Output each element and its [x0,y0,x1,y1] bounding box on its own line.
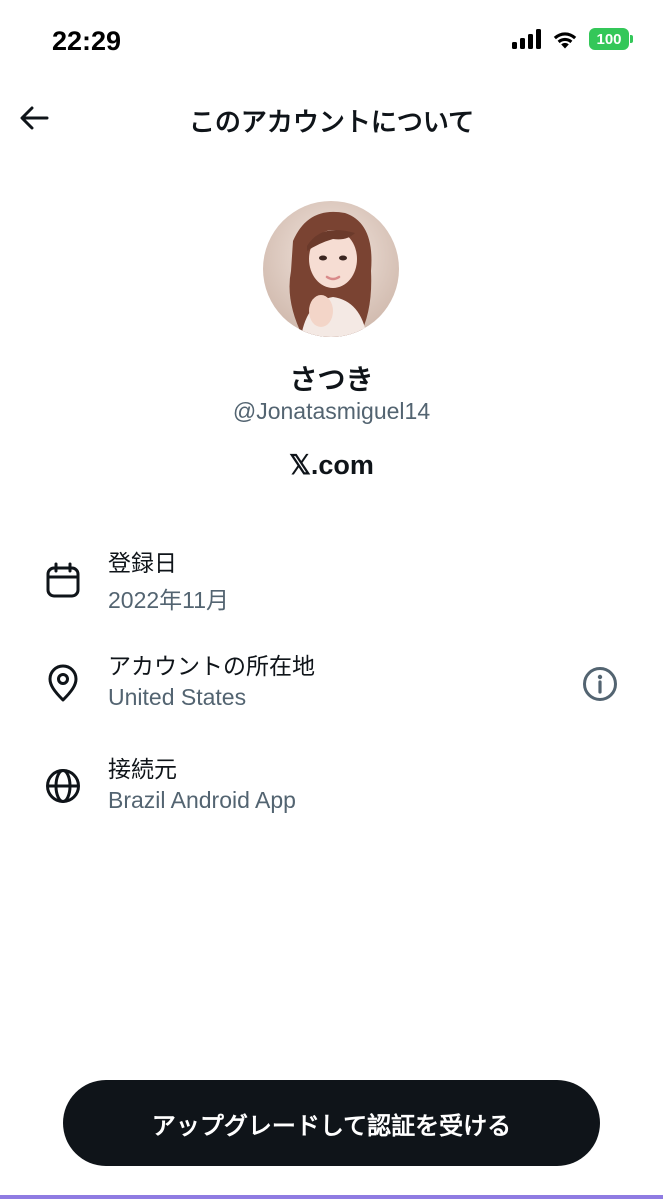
site-label: 𝕏.com [289,450,374,480]
avatar [263,201,399,337]
info-row-location: アカウントの所在地 United States [0,647,663,727]
calendar-icon [46,562,80,598]
connection-value: Brazil Android App [108,787,296,813]
signal-icon [512,29,541,49]
info-row-registered: 登録日 2022年11月 [0,544,663,624]
registered-label: 登録日 [108,551,177,577]
upgrade-verify-button[interactable]: アップグレードして認証を受ける [63,1080,600,1166]
status-time: 22:29 [52,26,122,56]
page-title: このアカウントについて [188,108,475,138]
battery-level: 100 [589,28,629,50]
wifi-icon [553,31,577,48]
location-info-button[interactable] [581,665,619,703]
battery-icon: 100 [589,28,633,50]
connection-label: 接続元 [108,757,177,783]
location-value: United States [108,684,247,710]
registered-value: 2022年11月 [108,587,230,613]
info-icon [583,667,617,701]
about-account-screen: 22:29 100 このアカウントについて さつき @Jonatasmiguel… [0,0,663,1199]
display-name: さつき [289,363,374,396]
globe-icon [46,769,80,803]
status-bar: 22:29 100 [0,0,663,86]
bottom-accent-line [0,1195,663,1199]
handle: @Jonatasmiguel14 [232,398,431,424]
location-pin-icon [48,664,78,702]
location-label: アカウントの所在地 [108,654,315,680]
header: このアカウントについて [0,86,663,150]
info-row-connection: 接続元 Brazil Android App [0,750,663,830]
status-icons: 100 [512,28,633,50]
